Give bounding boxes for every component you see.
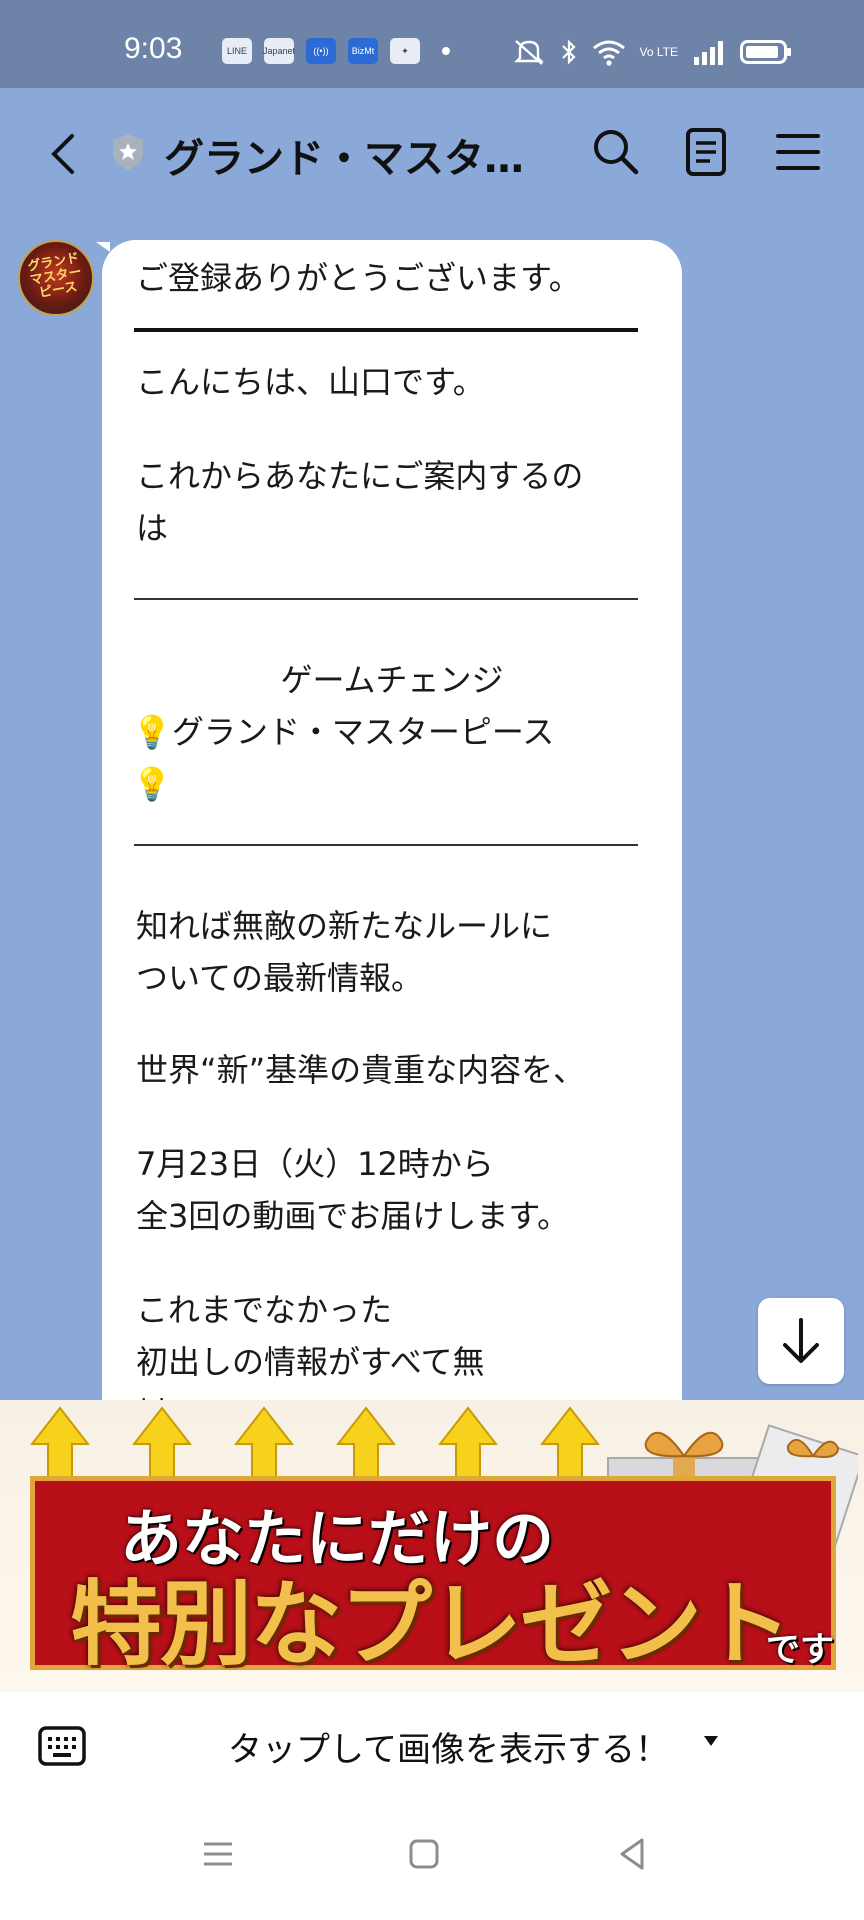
bubble-tail bbox=[96, 242, 110, 252]
japanet-notification-icon: Japanet bbox=[263, 38, 295, 64]
scroll-to-bottom-button[interactable] bbox=[758, 1298, 844, 1384]
broadcast-notification-icon: ((•)) bbox=[306, 38, 336, 64]
line-notification-icon: LINE bbox=[222, 38, 252, 64]
system-nav-bar bbox=[0, 1800, 864, 1920]
avatar-text: グランドマスターピース bbox=[26, 250, 83, 302]
message-line: これまでなかった bbox=[136, 1291, 393, 1329]
rich-menu-label[interactable]: タップして画像を表示する！ bbox=[228, 1722, 669, 1771]
divider bbox=[134, 598, 638, 600]
bizmt-notification-icon: BizMt bbox=[348, 38, 378, 64]
volte-label: Vo LTE bbox=[639, 45, 678, 59]
notification-icons: LINE Japanet ((•)) BizMt ✦ bbox=[222, 38, 450, 64]
message-line: 初出しの情報がすべて無 bbox=[136, 1343, 485, 1381]
message-line: こんにちは、山口です。 bbox=[136, 363, 485, 401]
more-notifications-dot-icon bbox=[442, 47, 450, 55]
message-line: 料 bbox=[136, 1388, 168, 1400]
message-line: 7月23日（火）12時から bbox=[136, 1145, 494, 1183]
wifi-icon bbox=[592, 40, 625, 66]
rich-menu-toggle-bar: タップして画像を表示する！ bbox=[0, 1692, 864, 1800]
message-line: は bbox=[136, 509, 169, 547]
official-account-shield-icon bbox=[113, 134, 143, 170]
message-line: 全3回の動画でお届けします。 bbox=[136, 1197, 570, 1235]
system-status-icons: Vo LTE bbox=[512, 38, 792, 66]
caret-down-icon[interactable] bbox=[704, 1736, 718, 1746]
message-line: 世界“新”基準の貴重な内容を、 bbox=[136, 1051, 586, 1089]
status-time: 9:03 bbox=[124, 32, 183, 65]
bluetooth-icon bbox=[561, 39, 576, 65]
down-arrow-icon bbox=[783, 1318, 819, 1363]
message-line: 知れば無敵の新たなルールに bbox=[136, 907, 553, 945]
lightbulb-emoji: 💡 bbox=[132, 765, 172, 803]
message-line: ついての最新情報。 bbox=[136, 959, 424, 997]
rich-menu-banner[interactable]: あなたにだけの 特別なプレゼント です bbox=[0, 1400, 864, 1692]
message-line: 💡グランド・マスターピース bbox=[132, 713, 555, 751]
divider bbox=[134, 844, 638, 846]
divider bbox=[134, 328, 638, 332]
notes-icon[interactable] bbox=[680, 126, 732, 178]
home-icon[interactable] bbox=[404, 1834, 444, 1874]
keyboard-icon[interactable] bbox=[38, 1726, 86, 1766]
status-bar: 9:03 LINE Japanet ((•)) BizMt ✦ Vo LTE bbox=[0, 0, 864, 88]
message-bubble[interactable]: ご登録ありがとうございます。 こんにちは、山口です。 これからあなたにご案内する… bbox=[102, 240, 682, 1400]
search-icon[interactable] bbox=[590, 126, 642, 178]
chat-header: グランド・マスタ… bbox=[0, 88, 864, 218]
app-notification-icon: ✦ bbox=[390, 38, 420, 64]
menu-icon[interactable] bbox=[772, 126, 824, 178]
back-arrow-icon[interactable] bbox=[44, 130, 84, 178]
message-line: ご登録ありがとうございます。 bbox=[136, 259, 581, 297]
battery-icon bbox=[740, 40, 791, 64]
banner-main-text: 特別なプレゼント bbox=[70, 1571, 792, 1678]
signal-icon bbox=[694, 41, 723, 65]
chat-messages-area[interactable]: グランドマスターピース ご登録ありがとうございます。 こんにちは、山口です。 こ… bbox=[0, 218, 864, 1400]
message-line: ゲームチェンジ bbox=[280, 661, 504, 699]
banner-suffix: です bbox=[766, 1630, 834, 1670]
sender-avatar[interactable]: グランドマスターピース bbox=[18, 240, 94, 316]
message-line: これからあなたにご案内するの bbox=[136, 457, 584, 495]
mute-icon bbox=[513, 40, 544, 65]
chat-title[interactable]: グランド・マスタ… bbox=[164, 126, 524, 184]
back-nav-icon[interactable] bbox=[612, 1834, 652, 1874]
recent-apps-icon[interactable] bbox=[198, 1834, 238, 1874]
